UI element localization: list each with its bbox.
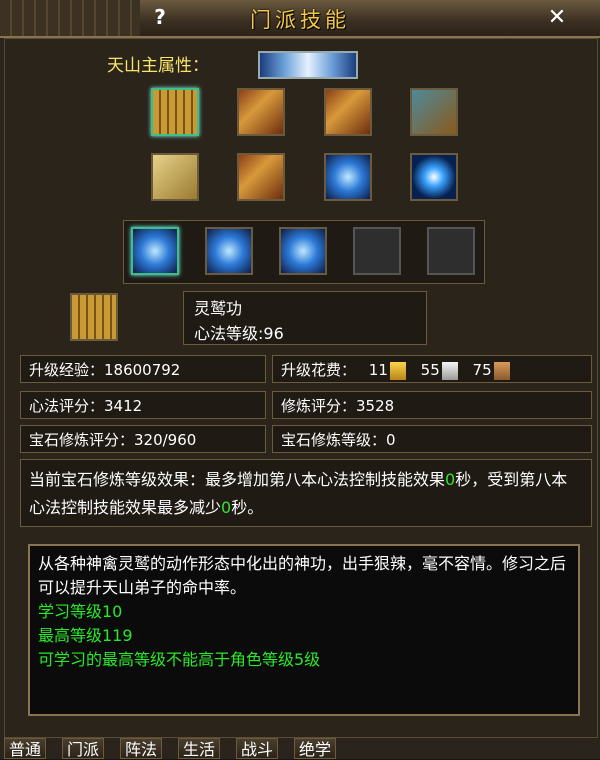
tab-5[interactable]: 绝学 <box>294 738 337 759</box>
skill-name: 灵鹫功 <box>194 299 243 318</box>
xiulian-score: 修炼评分：3528 <box>272 391 592 419</box>
tab-3[interactable]: 生活 <box>178 738 221 759</box>
close-button[interactable]: ✕ <box>544 5 570 31</box>
rune-skill-icon[interactable] <box>279 227 327 275</box>
level-limit: 可学习的最高等级不能高于角色等级5级 <box>38 650 321 669</box>
tab-1[interactable]: 门派 <box>62 738 105 759</box>
red-book-icon[interactable] <box>237 88 285 136</box>
effect-text-3: 秒。 <box>231 498 264 517</box>
attribute-label: 天山主属性： <box>107 56 209 76</box>
bottom-tabs: 普通 门派 阵法 生活 战斗 绝学 <box>0 738 600 759</box>
silver-box-icon[interactable] <box>237 153 285 201</box>
tab-4[interactable]: 战斗 <box>236 738 279 759</box>
copper-ingot-icon <box>493 361 510 380</box>
gold-ingot-icon <box>389 361 406 380</box>
skill-window: ? 门派技能 ✕ 天山主属性： 灵鹫功 心法等级:96 升级经验：1860079… <box>0 0 600 759</box>
description-text: 从各种神禽灵鹫的动作形态中化出的神功，出手狠辣，毫不容情。修习之后可以提升天山弟… <box>38 554 567 597</box>
skill-description: 从各种神禽灵鹫的动作形态中化出的神功，出手狠辣，毫不容情。修习之后可以提升天山弟… <box>28 544 580 716</box>
light-pillar-skill-icon[interactable] <box>205 227 253 275</box>
title-bar: ? 门派技能 ✕ <box>0 0 600 38</box>
empty-skill-slot[interactable] <box>427 227 475 275</box>
skill-level: 心法等级:96 <box>194 324 284 343</box>
fist-skill-icon[interactable] <box>131 227 179 275</box>
selected-skill-info: 灵鹫功 心法等级:96 <box>183 291 427 345</box>
tab-2[interactable]: 阵法 <box>120 738 163 759</box>
galaxy-orb-icon[interactable] <box>410 153 458 201</box>
gem-level: 宝石修炼等级：0 <box>272 425 592 453</box>
silver-ingot-icon <box>441 361 458 380</box>
gem-effect-text: 当前宝石修炼等级效果：最多增加第八本心法控制技能效果0秒，受到第八本心法控制技能… <box>20 459 592 527</box>
xinfa-score: 心法评分：3412 <box>20 391 266 419</box>
cost-copper-value: 75 <box>472 361 492 379</box>
empty-skill-slot[interactable] <box>353 227 401 275</box>
cost-silver-value: 55 <box>420 361 440 379</box>
effect-value-2: 0 <box>221 498 232 517</box>
max-level: 最高等级119 <box>38 626 133 645</box>
tab-0[interactable]: 普通 <box>4 738 47 759</box>
upgrade-exp: 升级经验：18600792 <box>20 355 266 383</box>
upgrade-cost: 升级花费： 11 55 75 <box>272 355 592 383</box>
teal-book-icon[interactable] <box>410 88 458 136</box>
cost-gold-value: 11 <box>368 361 388 379</box>
blue-tome-icon[interactable] <box>324 153 372 201</box>
gold-book-icon[interactable] <box>324 88 372 136</box>
selected-skill-icon[interactable] <box>70 293 118 341</box>
window-title: 门派技能 <box>250 8 350 32</box>
yellow-card-icon[interactable] <box>151 153 199 201</box>
attribute-cloud-icon <box>258 51 358 79</box>
effect-text-1: 当前宝石修炼等级效果：最多增加第八本心法控制技能效果 <box>29 470 446 489</box>
learn-level: 学习等级10 <box>38 602 123 621</box>
effect-value-1: 0 <box>445 470 456 489</box>
upgrade-cost-label: 升级花费： <box>281 361 357 379</box>
gem-score: 宝石修炼评分：320/960 <box>20 425 266 453</box>
scroll-book-icon[interactable] <box>151 88 199 136</box>
